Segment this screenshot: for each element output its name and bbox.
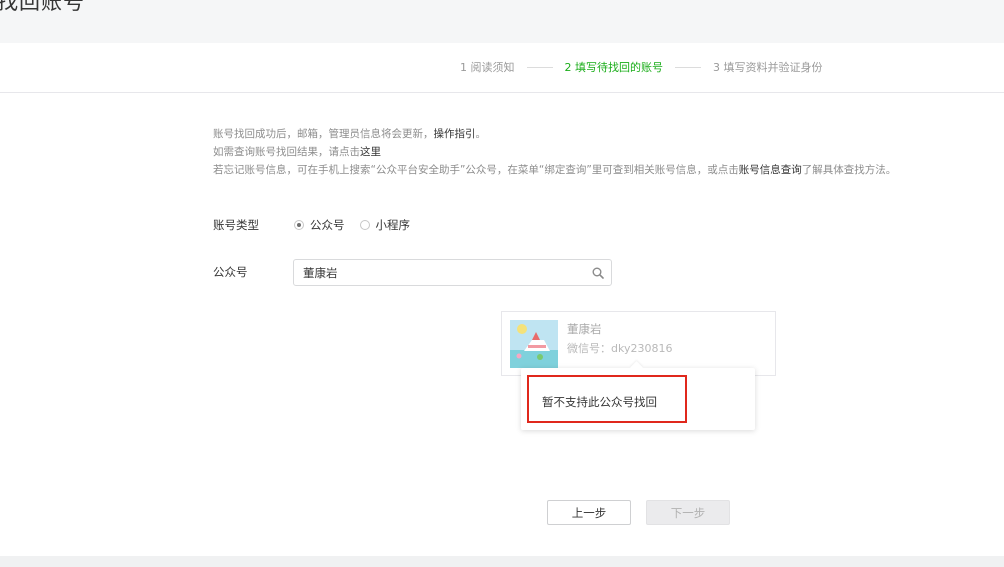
radio-unchecked-icon (359, 220, 370, 230)
footer-bar (0, 556, 1004, 567)
step-1: 1 阅读须知 (460, 61, 515, 74)
radio-official-account[interactable]: 公众号 (294, 217, 345, 233)
result-wechat-id: 微信号：dky230816 (567, 342, 673, 355)
tip-text: 了解具体查找方法。 (801, 164, 897, 176)
account-type-radio-group: 公众号 小程序 (294, 217, 425, 233)
step-2: 2 填写待找回的账号 (564, 61, 664, 74)
account-type-label: 账号类型 (213, 218, 259, 232)
radio-mini-program[interactable]: 小程序 (359, 217, 411, 233)
tip-text: 若忘记账号信息，可在手机上搜索“公众平台安全助手”公众号，在菜单“绑定查询”里可… (213, 164, 739, 176)
header-bar: 找回账号 (0, 0, 1004, 43)
radio-checked-icon (294, 220, 304, 230)
account-label: 公众号 (213, 265, 248, 279)
account-avatar (510, 320, 558, 368)
step-connector (526, 66, 553, 68)
tips: 账号找回成功后，邮箱，管理员信息将会更新，操作指引。 如需查询账号找回结果，请点… (213, 125, 896, 179)
result-account-name: 董康岩 (567, 322, 602, 336)
step-indicator: 1 阅读须知 2 填写待找回的账号 3 填写资料并验证身份 (460, 60, 823, 74)
step-connector (675, 66, 701, 68)
tip-text: 。 (475, 128, 487, 140)
account-info-query-link[interactable]: 账号信息查询 (739, 164, 802, 176)
search-icon[interactable] (592, 267, 604, 279)
account-search-input[interactable] (303, 265, 583, 281)
tip-line-2: 如需查询账号找回结果，请点击这里 (213, 143, 896, 161)
page-title: 找回账号 (0, 0, 85, 14)
tip-line-3: 若忘记账号信息，可在手机上搜索“公众平台安全助手”公众号，在菜单“绑定查询”里可… (213, 161, 896, 179)
tip-text: 如需查询账号找回结果，请点击 (213, 146, 360, 158)
prev-step-button[interactable]: 上一步 (547, 500, 631, 525)
query-result-link[interactable]: 这里 (360, 146, 381, 158)
tip-text: 账号找回成功后，邮箱，管理员信息将会更新， (213, 128, 434, 140)
tip-line-1: 账号找回成功后，邮箱，管理员信息将会更新，操作指引。 (213, 125, 896, 143)
account-search-box (293, 259, 612, 286)
radio-label: 小程序 (375, 218, 411, 232)
operation-guide-link[interactable]: 操作指引 (434, 128, 476, 140)
step-3: 3 填写资料并验证身份 (713, 61, 823, 74)
radio-label: 公众号 (310, 218, 345, 232)
divider (0, 92, 1004, 93)
highlight-box (527, 375, 687, 423)
next-step-button[interactable]: 下一步 (646, 500, 730, 525)
